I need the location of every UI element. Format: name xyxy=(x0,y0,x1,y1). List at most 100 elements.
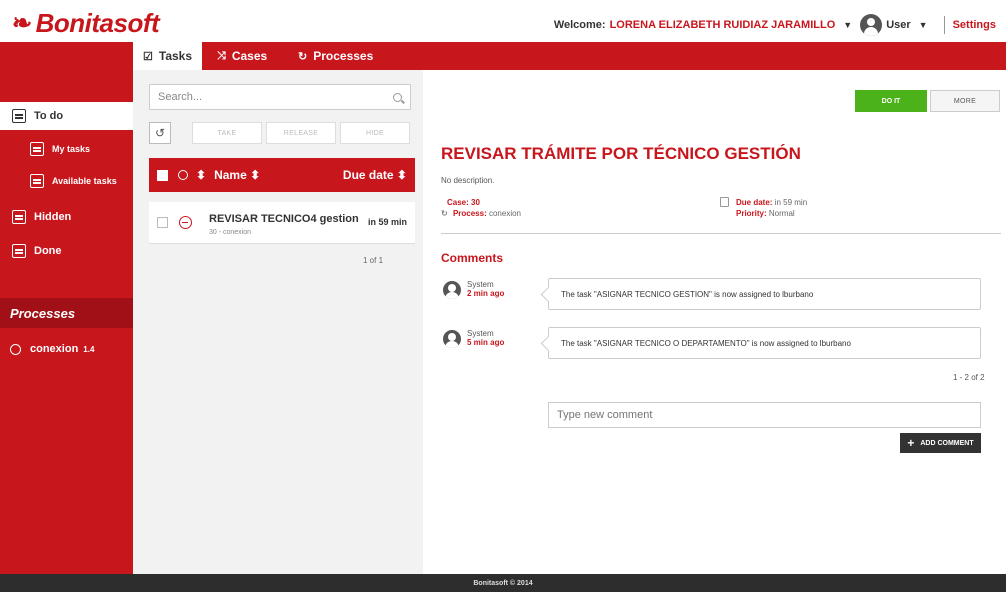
priority-value: Normal xyxy=(768,209,795,218)
process-icon: ↻ xyxy=(298,50,308,63)
comment-text: The task "ASIGNAR TECNICO O DEPARTAMENTO… xyxy=(561,338,851,348)
process-name: conexion xyxy=(30,343,79,355)
check-square-icon: ☑ xyxy=(143,50,153,63)
tab-label: Tasks xyxy=(158,49,193,63)
comment-time: 2 min ago xyxy=(467,289,505,298)
sidebar-item-available-tasks[interactable]: Available tasks xyxy=(0,170,133,192)
comments-pager: 1 - 2 of 2 xyxy=(953,373,985,382)
user-area: Welcome: LORENA ELIZABETH RUIDIAZ JARAMI… xyxy=(554,14,996,36)
case-value[interactable]: 30 xyxy=(471,198,480,207)
task-name[interactable]: REVISAR TECNICO4 gestion xyxy=(209,213,359,225)
due-info: Due date: in 59 min xyxy=(736,198,807,207)
plus-icon: + xyxy=(907,436,915,450)
footer-copyright: Bonitasoft © 2014 xyxy=(473,579,533,587)
shuffle-icon: ⤨ xyxy=(217,49,226,62)
task-case-process: 30 - conexion xyxy=(209,229,252,236)
welcome-label: Welcome: xyxy=(553,19,606,31)
case-info: Case: 30 xyxy=(447,198,480,207)
comments-heading: Comments xyxy=(441,251,504,265)
tab-label: Processes xyxy=(313,49,374,63)
hide-button[interactable]: HIDE xyxy=(340,122,410,144)
sidebar-item-hidden[interactable]: Hidden xyxy=(0,206,133,228)
refresh-button[interactable]: ↺ xyxy=(149,122,171,144)
comment-time: 5 min ago xyxy=(467,338,505,347)
search-icon[interactable] xyxy=(393,92,402,102)
main-tabbar: ☑ Tasks ⤨ Cases ↻ Processes xyxy=(0,42,1006,70)
sidebar-item-label: To do xyxy=(34,110,64,122)
name-column-header[interactable]: Name ⬍ xyxy=(214,168,260,182)
sidebar-item-done[interactable]: Done xyxy=(0,240,133,262)
settings-link[interactable]: Settings xyxy=(953,19,996,31)
process-value: conexion xyxy=(488,209,521,218)
divider xyxy=(441,233,1001,234)
task-state-icon xyxy=(179,216,192,229)
processes-heading: Processes xyxy=(0,298,133,328)
task-description: No description. xyxy=(441,176,495,185)
task-due: in 59 min xyxy=(367,217,407,227)
comment-author-name: System xyxy=(467,329,494,338)
chevron-down-icon[interactable]: ▼ xyxy=(843,20,852,30)
role-selector[interactable]: User xyxy=(886,19,910,31)
sidebar-process-item[interactable]: conexion 1.4 xyxy=(10,343,94,355)
footer: Bonitasoft © 2014 xyxy=(0,574,1006,592)
divider xyxy=(943,16,945,34)
comment-author: System 5 min ago xyxy=(467,329,504,347)
case-label: Case: xyxy=(447,198,469,207)
do-it-button[interactable]: DO IT xyxy=(855,90,927,112)
due-value: in 59 min xyxy=(774,198,808,207)
table-row[interactable]: REVISAR TECNICO4 gestion 30 - conexion i… xyxy=(149,202,415,244)
add-comment-button[interactable]: + ADD COMMENT xyxy=(900,433,981,453)
sidebar-item-label: Hidden xyxy=(34,211,72,223)
sidebar-item-label: Available tasks xyxy=(52,176,117,186)
process-info: ↻ Process: conexion xyxy=(441,209,521,218)
task-detail-panel: DO IT MORE REVISAR TRÁMITE POR TÉCNICO G… xyxy=(423,70,1006,574)
search-input[interactable]: Search... xyxy=(149,84,411,110)
state-sort[interactable]: ⬍ xyxy=(196,168,206,182)
refresh-icon: ↺ xyxy=(154,126,166,140)
list-pager: 1 of 1 xyxy=(363,256,384,265)
add-comment-label: ADD COMMENT xyxy=(920,439,974,447)
sidebar-item-label: My tasks xyxy=(52,144,91,154)
user-name-menu[interactable]: LORENA ELIZABETH RUIDIAZ JARAMILLO xyxy=(610,19,836,31)
logo-text: Bonitasoft xyxy=(35,8,160,38)
top-header: ❧ Bonitasoft Welcome: LORENA ELIZABETH R… xyxy=(0,0,1006,42)
due-date-column-header[interactable]: Due date ⬍ xyxy=(343,168,407,182)
sidebar-item-todo[interactable]: To do xyxy=(0,102,133,130)
comment-author: System 2 min ago xyxy=(467,280,504,298)
inbox-icon xyxy=(12,109,26,123)
sidebar-item-my-tasks[interactable]: My tasks xyxy=(0,138,133,160)
priority-info: Priority: Normal xyxy=(736,209,795,218)
tab-processes[interactable]: ↻ Processes xyxy=(288,42,383,70)
task-list-header: ⬍ Name ⬍ Due date ⬍ xyxy=(149,158,415,192)
tab-label: Cases xyxy=(231,49,268,63)
user-avatar-icon xyxy=(860,14,883,36)
circle-icon xyxy=(10,343,21,355)
more-button[interactable]: MORE xyxy=(930,90,1000,112)
bonita-logo-icon: ❧ xyxy=(12,10,32,37)
tab-tasks[interactable]: ☑ Tasks xyxy=(133,42,203,70)
select-all-checkbox[interactable] xyxy=(157,169,168,181)
comment-bubble: The task "ASIGNAR TECNICO GESTION" is no… xyxy=(548,278,981,310)
comment-text: The task "ASIGNAR TECNICO GESTION" is no… xyxy=(561,289,814,299)
calendar-icon xyxy=(720,197,729,207)
comment-bubble: The task "ASIGNAR TECNICO O DEPARTAMENTO… xyxy=(548,327,981,359)
process-icon: ↻ xyxy=(441,209,448,218)
bonitasoft-logo[interactable]: ❧ Bonitasoft xyxy=(12,8,160,39)
release-button[interactable]: RELEASE xyxy=(266,122,336,144)
hidden-icon xyxy=(12,210,26,224)
sidebar: To do My tasks Available tasks Hidden Do… xyxy=(0,70,133,574)
comment-author-name: System xyxy=(467,280,494,289)
row-checkbox[interactable] xyxy=(157,217,168,228)
user-avatar-icon xyxy=(443,330,461,348)
chevron-down-icon[interactable]: ▼ xyxy=(919,20,928,30)
task-title: REVISAR TRÁMITE POR TÉCNICO GESTIÓN xyxy=(441,144,801,163)
user-avatar-icon xyxy=(443,281,461,299)
sidebar-item-label: Done xyxy=(34,245,62,257)
take-button[interactable]: TAKE xyxy=(192,122,262,144)
state-column-icon xyxy=(178,170,188,180)
tab-cases[interactable]: ⤨ Cases xyxy=(207,42,277,70)
task-list-panel: Search... ↺ TAKE RELEASE HIDE ⬍ Name ⬍ D… xyxy=(133,70,423,574)
available-tasks-icon xyxy=(30,174,44,188)
new-comment-input[interactable] xyxy=(548,402,981,428)
priority-label: Priority: xyxy=(736,209,767,218)
